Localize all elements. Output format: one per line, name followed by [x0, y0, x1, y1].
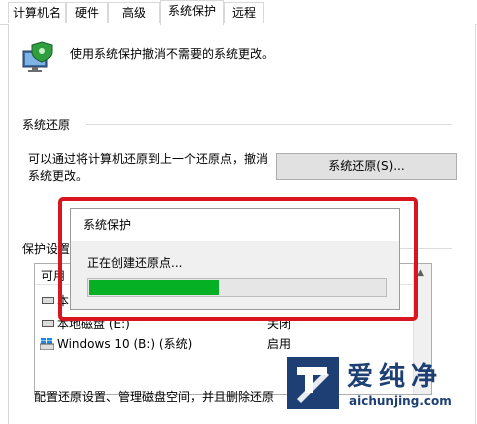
tab-system-protection[interactable]: 系统保护 — [160, 0, 224, 25]
drive-icon — [42, 320, 54, 327]
drive-status: 关闭 — [267, 317, 292, 331]
tab-label: 硬件 — [74, 6, 99, 20]
watermark-url: aichunjing.com — [349, 394, 452, 408]
column-header: 可用 — [41, 269, 66, 283]
tab-label: 高级 — [121, 6, 146, 20]
tab-computer-name[interactable]: 计算机名 — [8, 2, 66, 23]
scroll-up-icon[interactable]: ▲ — [417, 268, 424, 278]
dialog-title: 系统保护 — [71, 209, 399, 241]
tab-remote[interactable]: 远程 — [224, 2, 264, 23]
drive-name: Windows 10 (B:) (系统) — [57, 337, 193, 351]
tab-advanced[interactable]: 高级 — [108, 2, 160, 23]
tab-bar: 计算机名 硬件 高级 系统保护 远程 — [0, 0, 477, 25]
tab-hardware[interactable]: 硬件 — [66, 2, 108, 23]
system-restore-button[interactable]: 系统还原(S)... — [276, 153, 457, 180]
button-label: 系统还原(S)... — [328, 159, 405, 173]
drive-icon — [42, 297, 54, 304]
drive-name: 本地磁盘 (E:) — [57, 317, 130, 331]
system-restore-text: 可以通过将计算机还原到上一个还原点，撤消系统更改。 — [28, 152, 269, 183]
watermark-title: 爱纯净 — [347, 362, 444, 392]
tab-label: 系统保护 — [167, 4, 216, 18]
drive-status: 启用 — [267, 337, 292, 351]
progress-fill — [89, 280, 219, 295]
configure-text: 配置还原设置、管理磁盘空间，并且删除还原 — [34, 390, 275, 404]
tab-label: 计算机名 — [12, 6, 61, 20]
windows-drive-icon — [40, 338, 54, 350]
dialog-message: 正在创建还原点... — [87, 256, 183, 270]
system-protection-dialog: 系统保护 正在创建还原点... — [70, 208, 400, 310]
watermark-logo-icon — [287, 357, 339, 409]
drive-name: 本 — [57, 294, 70, 308]
list-item[interactable]: Windows 10 (B:) (系统) 启用 — [35, 334, 431, 354]
system-restore-title: 系统还原 — [22, 118, 71, 132]
list-item[interactable]: 本地磁盘 (E:) 关闭 — [35, 314, 431, 334]
section-divider — [86, 124, 452, 125]
description-text: 使用系统保护撤消不需要的系统更改。 — [70, 47, 275, 61]
tab-label: 远程 — [231, 6, 256, 20]
system-protection-icon — [22, 41, 53, 72]
progress-bar — [87, 278, 387, 297]
protection-settings-title: 保护设置 — [22, 242, 71, 256]
